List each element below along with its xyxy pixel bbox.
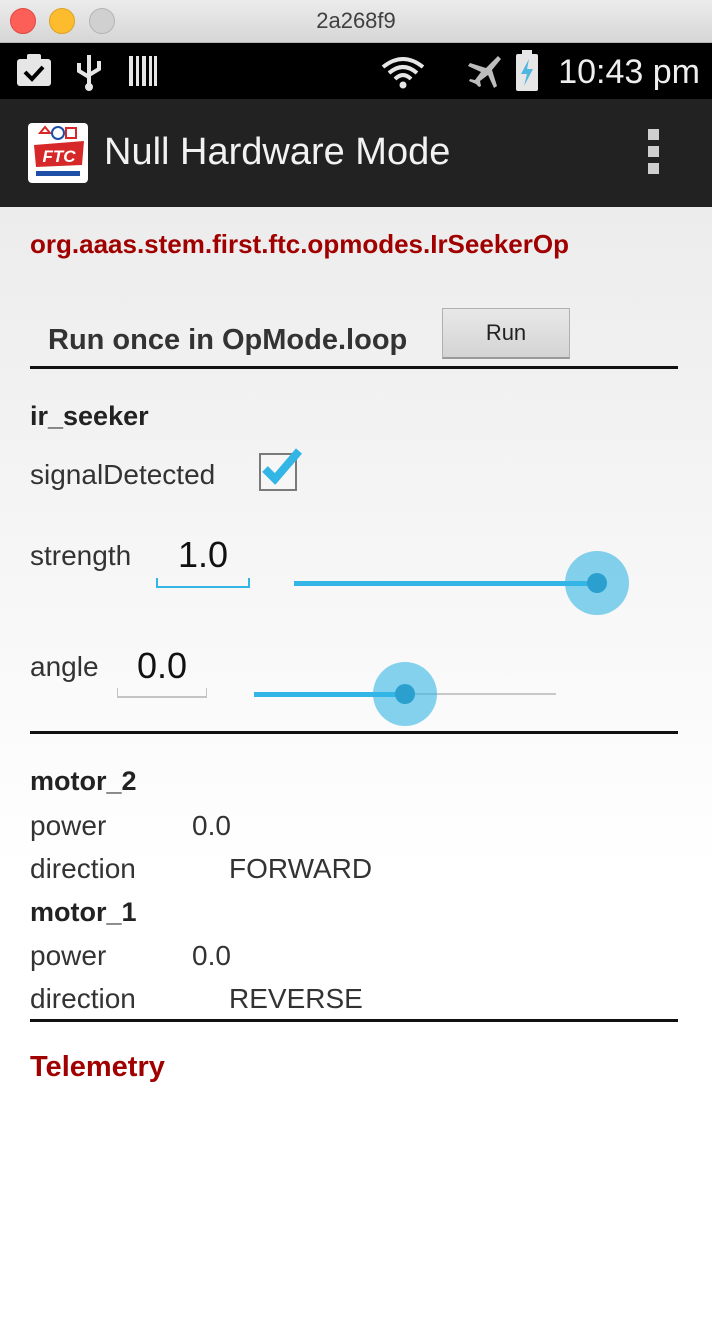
run-label: Run once in OpMode.loop — [48, 324, 408, 356]
app-title: Null Hardware Mode — [104, 131, 451, 173]
signal-detected-checkbox[interactable] — [259, 448, 303, 491]
ir-seeker-title: ir_seeker — [30, 401, 149, 431]
motor-1-direction-label: direction — [30, 983, 136, 1014]
motor-2-title: motor_2 — [30, 766, 137, 796]
window-titlebar: 2a268f9 — [0, 0, 712, 43]
window-title: 2a268f9 — [316, 8, 396, 33]
airplane-icon — [468, 56, 501, 88]
motor-2-direction-label: direction — [30, 853, 136, 884]
signal-detected-label: signalDetected — [30, 459, 216, 490]
motor-1-direction-value: REVERSE — [229, 983, 363, 1014]
angle-field[interactable]: 0.0 — [117, 645, 207, 687]
battery-charging-icon — [516, 50, 538, 91]
strength-slider-fill — [294, 581, 598, 586]
motor-1-power-label: power — [30, 940, 107, 971]
opmode-name: org.aaas.stem.first.ftc.opmodes.IrSeeker… — [30, 229, 569, 259]
angle-field-underline — [117, 696, 207, 698]
clock: 10:43 pm — [558, 53, 700, 91]
divider — [30, 731, 678, 734]
strength-label: strength — [30, 540, 132, 571]
content: org.aaas.stem.first.ftc.opmodes.IrSeeker… — [0, 207, 712, 1320]
motor-1-power-value: 0.0 — [192, 940, 231, 971]
strength-field-underline — [156, 586, 250, 588]
telemetry-title: Telemetry — [30, 1051, 165, 1083]
motor-2-direction-value: FORWARD — [229, 853, 373, 884]
svg-text:FTC: FTC — [42, 147, 76, 166]
action-bar: FTC Null Hardware Mode — [0, 99, 712, 207]
check-icon — [262, 448, 303, 485]
usb-icon — [77, 55, 101, 91]
divider — [30, 366, 678, 369]
angle-label: angle — [30, 651, 99, 682]
motor-2-power-value: 0.0 — [192, 810, 231, 841]
strength-slider-thumb-dot — [587, 573, 607, 593]
angle-slider-thumb-dot — [395, 684, 415, 704]
strength-field[interactable]: 1.0 — [156, 534, 250, 576]
divider — [30, 1019, 678, 1022]
wifi-icon — [381, 57, 425, 89]
ftc-logo-icon: FTC — [28, 123, 88, 183]
motor-1-title: motor_1 — [30, 897, 137, 927]
clipboard-check-icon — [17, 54, 51, 86]
motor-2-power-label: power — [30, 810, 107, 841]
status-bar: 10:43 pm — [0, 43, 712, 99]
barcode-icon — [129, 56, 157, 86]
run-button[interactable]: Run — [442, 308, 570, 359]
overflow-menu-icon[interactable] — [648, 129, 662, 179]
